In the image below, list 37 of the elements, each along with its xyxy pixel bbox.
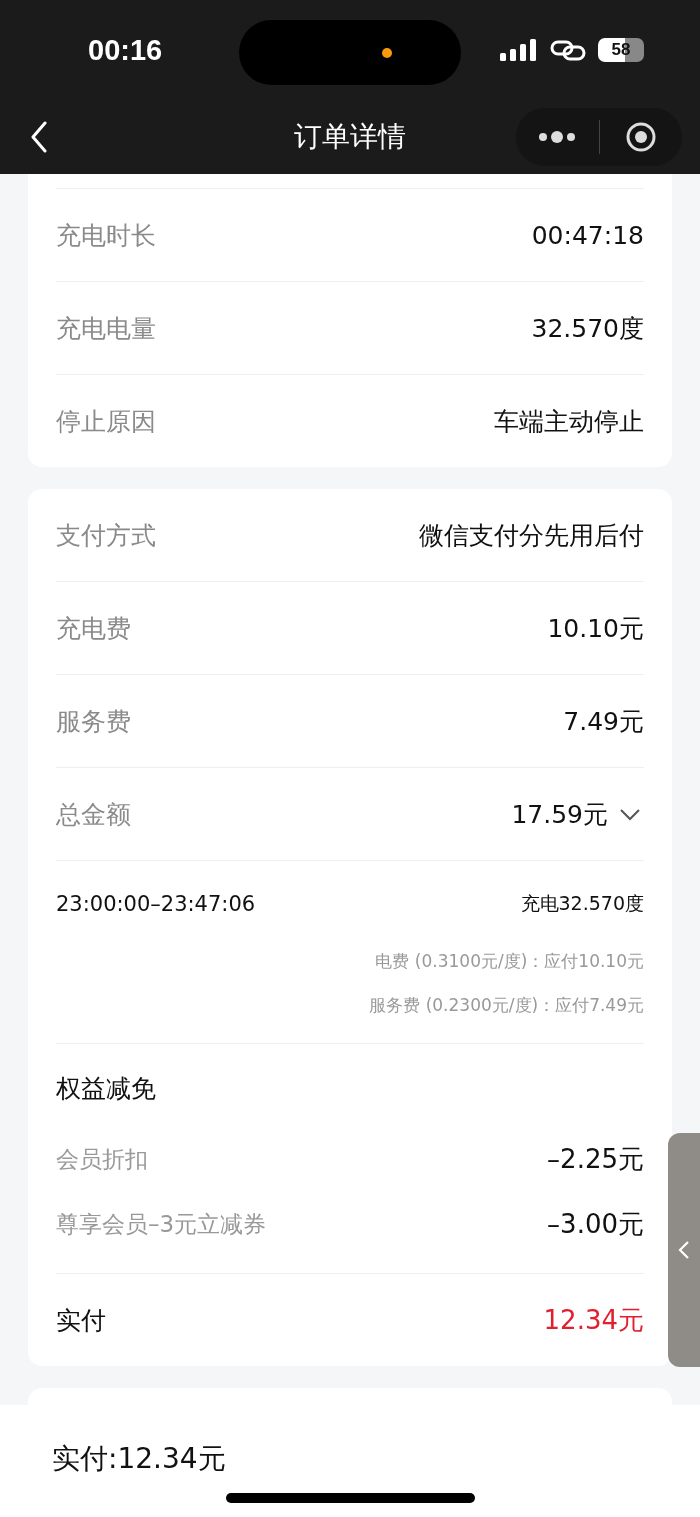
energy-amount: 充电32.570度 bbox=[520, 891, 644, 916]
time-range: 23:00:00–23:47:06 bbox=[56, 892, 256, 916]
row-label: 服务费 bbox=[56, 705, 131, 738]
back-button[interactable] bbox=[30, 121, 48, 153]
fee-detail: 服务费 (0.2300元/度)：应付7.49元 bbox=[368, 994, 644, 1017]
link-icon bbox=[550, 39, 586, 61]
discount-label: 尊享会员–3元立减券 bbox=[56, 1210, 267, 1239]
row-label: 充电电量 bbox=[56, 312, 156, 345]
discount-value: –2.25元 bbox=[547, 1143, 644, 1176]
page-title: 订单详情 bbox=[294, 119, 406, 155]
row-value: 微信支付分先用后付 bbox=[419, 519, 644, 552]
paid-total: 实付:12.34元 bbox=[52, 1441, 226, 1477]
signal-icon bbox=[500, 39, 538, 61]
row-label: 充电费 bbox=[56, 612, 131, 645]
row-value: 10.10元 bbox=[547, 612, 644, 645]
clock-time: 00:16 bbox=[88, 33, 163, 67]
fee-detail: 电费 (0.3100元/度)：应付10.10元 bbox=[374, 950, 644, 973]
more-icon bbox=[538, 130, 577, 144]
row-label: 实付 bbox=[56, 1304, 106, 1337]
back-icon bbox=[30, 121, 48, 153]
row-label: 总金额 bbox=[56, 798, 131, 831]
target-icon bbox=[624, 121, 657, 153]
row-value: 17.59元 bbox=[511, 798, 608, 831]
indicator-dot bbox=[382, 48, 392, 58]
discount-value: –3.00元 bbox=[547, 1208, 644, 1241]
battery-level: 58 bbox=[611, 40, 631, 60]
row-value: 32.570度 bbox=[531, 312, 644, 345]
row-label: 充电时长 bbox=[56, 219, 156, 252]
row-label: 停止原因 bbox=[56, 405, 156, 438]
chevron-left-icon bbox=[678, 1240, 690, 1260]
paid-amount: 12.34元 bbox=[543, 1303, 644, 1337]
row-label: 支付方式 bbox=[56, 519, 156, 552]
discount-label: 会员折扣 bbox=[56, 1145, 148, 1174]
row-value: 车端主动停止 bbox=[494, 405, 644, 438]
section-title: 权益减免 bbox=[56, 1073, 157, 1105]
row-value: 00:47:18 bbox=[531, 220, 644, 250]
row-value: 7.49元 bbox=[563, 705, 644, 738]
